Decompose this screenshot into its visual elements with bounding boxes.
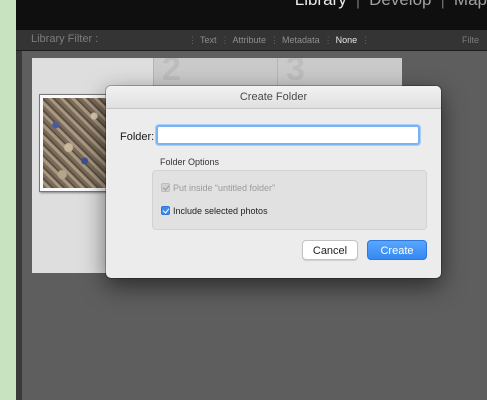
lightroom-window: Library|Develop|Map Library Filter : ⋮Te… — [16, 0, 487, 400]
photo-thumbnail[interactable] — [39, 94, 111, 192]
include-photos-checkbox[interactable] — [161, 206, 170, 215]
folder-name-input[interactable] — [156, 125, 420, 145]
folder-options-heading: Folder Options — [160, 157, 220, 167]
filter-options: ⋮ Text ⋮ Attribute ⋮ Metadata ⋮ None ⋮ — [184, 35, 373, 46]
library-filter-bar: Library Filter : ⋮ Text ⋮ Attribute ⋮ Metadat… — [16, 30, 487, 51]
create-button[interactable]: Create — [367, 240, 427, 260]
divider-dots: ⋮ — [188, 35, 197, 45]
module-picker-bar: Library | Develop | Map — [16, 0, 487, 30]
divider-dots: ⋮ — [361, 35, 370, 45]
cancel-button[interactable]: Cancel — [302, 240, 358, 260]
divider-dots: ⋮ — [323, 35, 333, 45]
divider-dots: ⋮ — [220, 35, 230, 45]
divider-dots: ⋮ — [270, 35, 279, 45]
cell-index-number: 2 — [162, 58, 181, 88]
filter-presets-label[interactable]: Filte — [462, 35, 479, 45]
module-develop[interactable]: Develop — [369, 0, 431, 10]
put-inside-label: Put inside “untitled folder” — [173, 183, 276, 193]
put-inside-option: Put inside “untitled folder” — [161, 183, 275, 193]
module-map[interactable]: Map — [454, 0, 487, 10]
filter-none[interactable]: None — [336, 35, 358, 45]
include-photos-label[interactable]: Include selected photos — [173, 206, 268, 216]
module-separator: | — [441, 0, 445, 10]
filter-metadata[interactable]: Metadata — [282, 35, 320, 45]
filter-text[interactable]: Text — [200, 35, 217, 45]
cell-index-number: 3 — [286, 58, 305, 88]
include-photos-option[interactable]: Include selected photos — [161, 206, 268, 216]
module-separator: | — [356, 0, 360, 10]
filter-attribute[interactable]: Attribute — [233, 35, 267, 45]
folder-label: Folder: — [120, 131, 155, 143]
photo-image — [43, 98, 107, 188]
module-nav: Library | Develop | Map — [295, 0, 487, 18]
dialog-title: Create Folder — [106, 86, 441, 109]
create-folder-dialog: Create Folder Folder: Folder Options Put… — [106, 86, 441, 278]
put-inside-checkbox — [161, 183, 170, 192]
library-filter-label: Library Filter : — [31, 33, 99, 45]
folder-options-box: Put inside “untitled folder” Include sel… — [152, 170, 427, 230]
module-library[interactable]: Library — [295, 0, 347, 10]
